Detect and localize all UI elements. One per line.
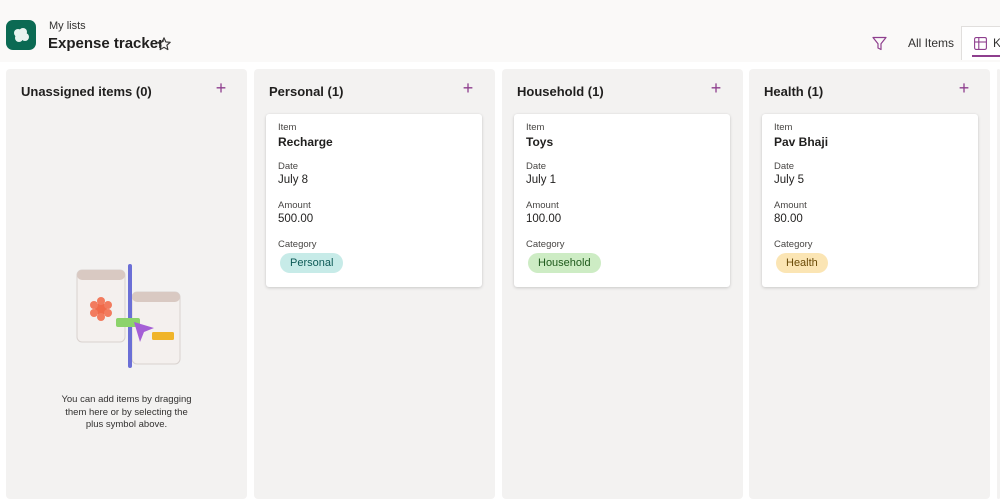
category-pill: Personal <box>280 253 344 273</box>
item-title[interactable]: Toys <box>526 135 553 149</box>
amount-value: 100.00 <box>526 213 562 225</box>
column-personal: Personal (1) + Item Recharge Date July 8… <box>254 69 495 499</box>
field-label: Item <box>774 122 793 133</box>
category-pill: Household <box>528 253 601 273</box>
field-label: Category <box>278 239 317 250</box>
filter-icon[interactable] <box>871 35 888 52</box>
field-label: Amount <box>278 200 311 211</box>
field-label: Item <box>278 122 297 133</box>
category-pill: Health <box>776 253 828 273</box>
view-board-label: K <box>993 36 1000 50</box>
date-value: July 1 <box>526 174 557 186</box>
field-label: Date <box>278 161 299 172</box>
add-item-button[interactable]: + <box>707 79 725 97</box>
date-value: July 8 <box>278 174 309 186</box>
item-card[interactable]: Item Pav Bhaji Date July 5 Amount 80.00 … <box>762 114 978 287</box>
add-item-button[interactable]: + <box>459 79 477 97</box>
view-board-tab[interactable]: K <box>961 26 1000 60</box>
item-card[interactable]: Item Recharge Date July 8 Amount 500.00 … <box>266 114 482 287</box>
page-title: Expense tracker <box>48 35 164 52</box>
column-title: Household (1) <box>517 84 604 99</box>
amount-value: 500.00 <box>278 213 314 225</box>
item-title[interactable]: Recharge <box>278 135 333 149</box>
view-all-items[interactable]: All Items <box>908 36 954 50</box>
field-label: Category <box>774 239 813 250</box>
list-app-icon[interactable] <box>6 20 36 50</box>
empty-state-message: You can add items by dragging them here … <box>61 394 192 430</box>
column-title: Health (1) <box>764 84 824 99</box>
column-title: Unassigned items (0) <box>21 84 152 99</box>
date-value: July 5 <box>774 174 805 186</box>
active-tab-indicator <box>972 55 1000 57</box>
add-item-button[interactable]: + <box>212 79 230 97</box>
add-item-button[interactable]: + <box>955 79 973 97</box>
breadcrumb[interactable]: My lists <box>49 20 86 32</box>
item-card[interactable]: Item Toys Date July 1 Amount 100.00 Cate… <box>514 114 730 287</box>
item-title[interactable]: Pav Bhaji <box>774 135 828 149</box>
page-header: My lists Expense tracker All Items K <box>0 0 1000 62</box>
column-health: Health (1) + Item Pav Bhaji Date July 5 … <box>749 69 990 499</box>
field-label: Amount <box>774 200 807 211</box>
field-label: Amount <box>526 200 559 211</box>
board-view-icon <box>974 37 987 55</box>
field-label: Category <box>526 239 565 250</box>
column-unassigned: Unassigned items (0) + You can add items… <box>6 69 247 499</box>
field-label: Date <box>774 161 795 172</box>
field-label: Item <box>526 122 545 133</box>
empty-state-illustration <box>76 262 186 377</box>
column-household: Household (1) + Item Toys Date July 1 Am… <box>502 69 743 499</box>
field-label: Date <box>526 161 547 172</box>
amount-value: 80.00 <box>774 213 803 225</box>
column-title: Personal (1) <box>269 84 344 99</box>
star-icon[interactable] <box>156 36 172 52</box>
